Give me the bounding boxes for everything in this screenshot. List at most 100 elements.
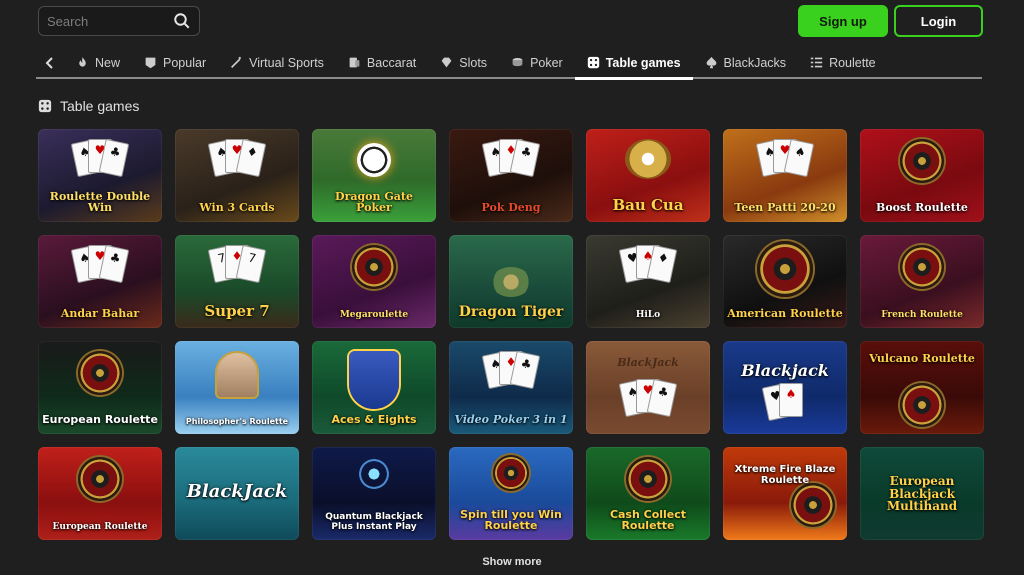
game-card[interactable]: ♠ ♥ ♣ Andar Bahar: [38, 235, 162, 328]
tab-new[interactable]: New: [64, 48, 132, 77]
game-card[interactable]: American Roulette: [723, 235, 847, 328]
game-title: Win 3 Cards: [199, 201, 275, 215]
roulette-wheel-icon: [626, 457, 670, 501]
game-card[interactable]: Philosopher's Roulette: [175, 341, 299, 434]
game-title: Philosopher's Roulette: [185, 416, 289, 426]
game-card[interactable]: European Blackjack Multihand: [860, 447, 984, 540]
tab-popular[interactable]: Popular: [132, 48, 218, 77]
flame-icon: [79, 56, 86, 67]
tab-poker[interactable]: Poker: [499, 48, 575, 77]
game-card[interactable]: ♠ ♥ ♣ Roulette Double Win: [38, 129, 162, 222]
dice-plate-icon: [625, 139, 671, 179]
playing-cards-icon: ♠ ♦ ♣: [481, 350, 541, 393]
tab-label: New: [95, 55, 121, 70]
game-card[interactable]: Cash Collect Roulette: [586, 447, 710, 540]
playing-cards-icon: ♠ ♥ ♠: [755, 138, 815, 181]
game-card[interactable]: Vulcano Roulette: [860, 341, 984, 434]
shield-icon: [349, 351, 399, 409]
badge-icon: [145, 57, 156, 69]
game-title: European Roulette: [52, 521, 148, 532]
game-title: Super 7: [204, 302, 270, 321]
game-title: Teen Patti 20-20: [734, 201, 836, 215]
tab-table-games[interactable]: Table games: [574, 48, 693, 80]
game-card[interactable]: ♠ ♥ ♦ Win 3 Cards: [175, 129, 299, 222]
playing-cards-icon: ♠ ♥ ♣: [70, 244, 130, 287]
roulette-wheel-icon: [791, 483, 835, 527]
dice-icon: [587, 56, 599, 69]
tab-roulette[interactable]: Roulette: [798, 48, 888, 77]
game-title: BlackJack: [617, 356, 679, 369]
roulette-wheel-icon: [900, 383, 944, 427]
tab-label: Poker: [530, 55, 563, 70]
wand-icon: [231, 56, 242, 68]
game-title: Spin till you Win Roulette: [460, 507, 562, 533]
game-card[interactable]: ♥ ♠ Blackjack: [723, 341, 847, 434]
login-button[interactable]: Login: [894, 5, 983, 37]
game-card[interactable]: BlackJack: [175, 447, 299, 540]
search-input[interactable]: [47, 13, 173, 29]
tab-slots[interactable]: Slots: [428, 48, 499, 77]
game-title: Roulette Double Win: [49, 189, 151, 215]
game-card[interactable]: Megaroulette: [312, 235, 436, 328]
game-card[interactable]: Xtreme Fire Blaze Roulette: [723, 447, 847, 540]
tab-blackjacks[interactable]: BlackJacks: [693, 48, 799, 77]
philosopher-icon: [217, 353, 257, 397]
game-card[interactable]: French Roulette: [860, 235, 984, 328]
tab-label: Slots: [459, 55, 488, 70]
game-title: HiLo: [635, 309, 661, 320]
spade-icon: [706, 56, 716, 69]
game-title: Megaroulette: [339, 309, 409, 320]
signup-button[interactable]: Sign up: [798, 5, 888, 37]
game-card[interactable]: European Roulette: [38, 341, 162, 434]
tab-virtual-sports[interactable]: Virtual Sports: [218, 48, 336, 77]
game-card[interactable]: European Roulette: [38, 447, 162, 540]
roulette-wheel-icon: [900, 245, 944, 289]
roulette-wheel-icon: [900, 139, 944, 183]
playing-cards-icon: ♠ ♦ ♣: [481, 138, 541, 181]
game-title: Bau Cua: [612, 196, 684, 215]
tab-label: Roulette: [829, 55, 876, 70]
tab-label: Baccarat: [366, 55, 417, 70]
game-card[interactable]: ♠ ♦ ♣ Video Poker 3 in 1: [449, 341, 573, 434]
show-more-button[interactable]: Show more: [0, 556, 1024, 568]
tabs-back-arrow[interactable]: [36, 50, 64, 76]
game-card[interactable]: Boost Roulette: [860, 129, 984, 222]
game-card[interactable]: ♠ ♦ ♣ Pok Deng: [449, 129, 573, 222]
dragon-icon: [491, 267, 531, 297]
game-title: Pok Deng: [481, 201, 541, 215]
game-card[interactable]: 7 ♦ 7 Super 7: [175, 235, 299, 328]
game-card[interactable]: Quantum Blackjack Plus Instant Play: [312, 447, 436, 540]
game-card[interactable]: Dragon Tiger: [449, 235, 573, 328]
playing-cards-icon: ♠ ♥ ♦: [207, 138, 267, 181]
game-card[interactable]: Aces & Eights: [312, 341, 436, 434]
game-title: Blackjack: [741, 361, 829, 380]
roulette-wheel-icon: [493, 455, 529, 491]
game-card[interactable]: Spin till you Win Roulette: [449, 447, 573, 540]
game-card[interactable]: Bau Cua: [586, 129, 710, 222]
chevron-left-icon[interactable]: [45, 56, 55, 69]
soccer-ball-icon: [357, 143, 391, 177]
game-title: Boost Roulette: [876, 201, 968, 215]
playing-cards-icon: ♠ ♥ ♣: [618, 378, 678, 421]
game-card[interactable]: ♥ ♠ ♦ HiLo: [586, 235, 710, 328]
gem-icon: [441, 57, 452, 68]
tab-baccarat[interactable]: Baccarat: [336, 48, 428, 77]
game-title: Aces & Eights: [331, 413, 417, 427]
game-card[interactable]: Dragon Gate Poker: [312, 129, 436, 222]
game-title: Quantum Blackjack Plus Instant Play: [325, 512, 423, 532]
tab-label: Popular: [163, 55, 207, 70]
game-card[interactable]: ♠ ♥ ♠ Teen Patti 20-20: [723, 129, 847, 222]
search-icon[interactable]: [173, 12, 191, 30]
playing-cards-icon: 7 ♦ 7: [207, 244, 267, 287]
game-title: European Blackjack Multihand: [886, 474, 958, 514]
section-header: Table games: [38, 98, 139, 114]
game-card[interactable]: ♠ ♥ ♣ BlackJack: [586, 341, 710, 434]
roulette-wheel-icon: [78, 457, 122, 501]
roulette-wheel-icon: [78, 351, 122, 395]
game-title: French Roulette: [881, 309, 963, 320]
game-title: Cash Collect Roulette: [609, 507, 687, 533]
games-grid: ♠ ♥ ♣ Roulette Double Win ♠ ♥ ♦ Win 3 Cards …: [38, 129, 984, 540]
search-box[interactable]: [38, 6, 200, 36]
game-title: Dragon Gate Poker: [335, 189, 413, 215]
section-title: Table games: [60, 98, 140, 114]
